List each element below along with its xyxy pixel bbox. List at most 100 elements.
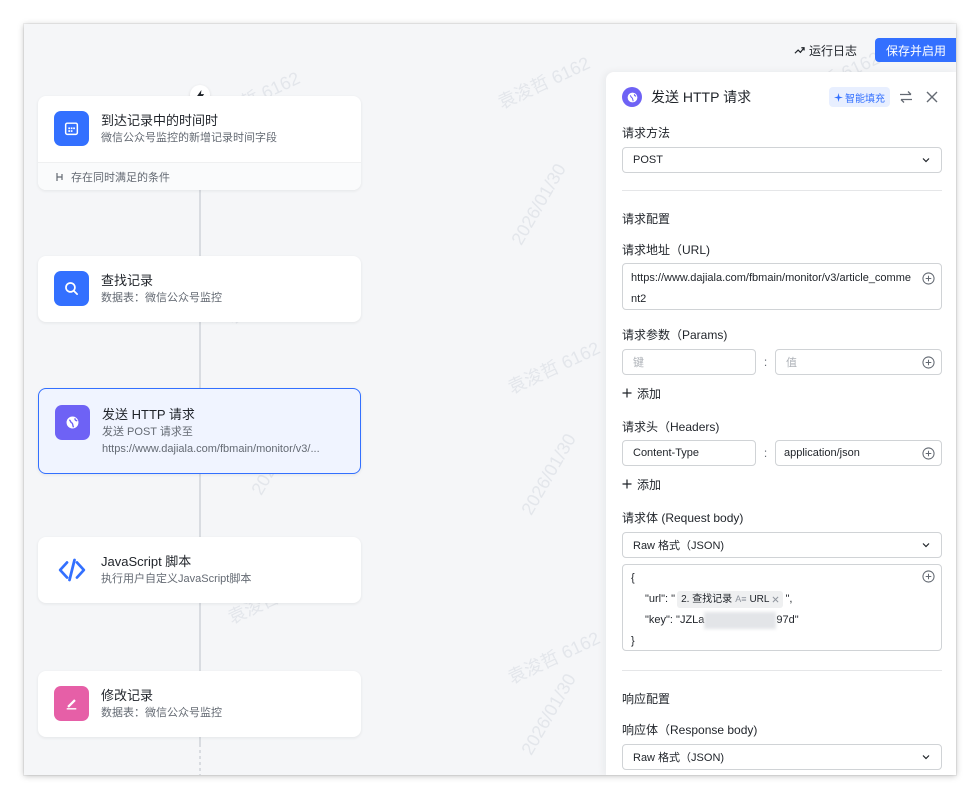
json-body-editor[interactable]: { "url": " 2. 查找记录 A≡ URL ", "key": "JZL… (622, 564, 942, 651)
edit-icon (54, 686, 89, 721)
flow-node-trigger[interactable]: 到达记录中的时间时 微信公众号监控的新增记录时间字段 存在同时满足的条件 (38, 96, 361, 190)
headers-label: 请求头（Headers) (622, 420, 720, 434)
ai-fill-button[interactable]: 智能填充 (829, 87, 890, 107)
watermark: 袁浚哲 6162 (504, 627, 604, 688)
swap-icon (900, 91, 912, 103)
add-header-button[interactable]: 添加 (622, 476, 942, 492)
node-subtitle: 微信公众号监控的新增记录时间字段 (101, 132, 277, 144)
json-line: "key": "JZLa 97d" (631, 610, 933, 631)
plus-icon (622, 388, 632, 398)
add-variable-icon[interactable] (922, 272, 935, 285)
chevron-down-icon (922, 755, 930, 760)
redacted-value (704, 612, 777, 629)
text-field-icon: A≡ (735, 594, 747, 604)
branch-icon (56, 172, 63, 181)
watermark: 2026/01/30 (517, 670, 580, 759)
node-subtitle: 发送 POST 请求至 (102, 426, 193, 438)
node-title: 修改记录 (101, 688, 154, 703)
search-icon (54, 271, 89, 306)
method-label: 请求方法 (622, 126, 671, 140)
ai-fill-label: 智能填充 (845, 93, 885, 105)
condition-label: 存在同时满足的条件 (71, 171, 170, 184)
sparkle-icon (834, 92, 843, 102)
app-window: 袁浚哲 6162 袁浚哲 6162 袁浚哲 6162 袁浚哲 6162 袁浚哲 … (24, 24, 956, 775)
close-button[interactable] (922, 87, 942, 107)
body-label: 请求体 (Request body) (622, 511, 744, 525)
watermark: 袁浚哲 6162 (504, 337, 604, 398)
header-value-input[interactable]: application/json (775, 440, 942, 466)
add-param-button[interactable]: 添加 (622, 385, 942, 401)
trend-icon (794, 46, 805, 54)
body-format-value: Raw 格式（JSON) (633, 540, 725, 552)
http-config-panel: 发送 HTTP 请求 智能填充 请求方法 POST 请求配置 请求地址（URL) (606, 72, 956, 775)
response-config-heading: 响应配置 (622, 692, 671, 706)
url-value: https://www.dajiala.com/fbmain/monitor/v… (631, 272, 911, 305)
flow-node-http-request[interactable]: 发送 HTTP 请求 发送 POST 请求至 https://www.dajia… (38, 388, 361, 474)
calendar-icon (54, 111, 89, 146)
variable-reference-tag[interactable]: 2. 查找记录 A≡ URL (677, 591, 784, 608)
run-log-link[interactable]: 运行日志 (794, 42, 857, 59)
json-key-prefix: "key": "JZLa (645, 614, 705, 626)
plus-icon (622, 479, 632, 489)
kv-separator: : (763, 446, 768, 460)
remove-tag-icon[interactable] (772, 596, 779, 603)
watermark: 2026/01/30 (517, 430, 580, 519)
params-row: 键 : 值 (622, 349, 942, 375)
request-config-heading: 请求配置 (622, 212, 671, 226)
watermark: 2026/01/30 (507, 160, 570, 249)
url-label: 请求地址（URL) (622, 243, 711, 257)
flow-node-update-record[interactable]: 修改记录 数据表：微信公众号监控 (38, 671, 361, 737)
node-title: 到达记录中的时间时 (101, 113, 219, 128)
add-label: 添加 (637, 386, 662, 401)
chevron-down-icon (922, 158, 930, 163)
flow-connector-dashed (199, 744, 201, 775)
ref-field: URL (749, 594, 770, 605)
json-line: { (631, 572, 635, 584)
panel-header: 发送 HTTP 请求 智能填充 (606, 72, 956, 122)
watermark: 袁浚哲 6162 (494, 52, 594, 113)
node-title: 发送 HTTP 请求 (102, 407, 195, 422)
kv-separator: : (763, 355, 768, 369)
url-input[interactable]: https://www.dajiala.com/fbmain/monitor/v… (622, 263, 942, 310)
response-format-value: Raw 格式（JSON) (633, 752, 725, 764)
method-value: POST (633, 154, 663, 166)
flow-node-find-record[interactable]: 查找记录 数据表：微信公众号监控 (38, 256, 361, 322)
divider (622, 670, 942, 671)
add-label: 添加 (637, 477, 662, 492)
json-line: "url": " 2. 查找记录 A≡ URL ", (631, 589, 933, 610)
swap-button[interactable] (896, 87, 916, 107)
add-variable-icon[interactable] (922, 570, 935, 583)
add-variable-icon[interactable] (922, 447, 935, 460)
save-and-enable-button[interactable]: 保存并启用 (874, 38, 956, 62)
node-condition[interactable]: 存在同时满足的条件 (38, 162, 361, 190)
add-variable-icon[interactable] (922, 356, 935, 369)
param-value-placeholder: 值 (786, 357, 797, 369)
divider (622, 190, 942, 191)
json-url-key: "url": " (645, 593, 676, 605)
body-format-select[interactable]: Raw 格式（JSON) (622, 532, 942, 558)
param-key-input[interactable]: 键 (622, 349, 757, 375)
params-label: 请求参数（Params) (622, 328, 728, 342)
node-title: 查找记录 (101, 273, 154, 288)
node-subtitle-url: https://www.dajiala.com/fbmain/monitor/v… (102, 443, 320, 455)
header-value: application/json (784, 447, 860, 459)
response-body-label: 响应体（Response body) (622, 723, 758, 737)
close-icon (926, 91, 938, 103)
response-format-select[interactable]: Raw 格式（JSON) (622, 744, 942, 770)
json-line: } (631, 635, 635, 647)
header-key-input[interactable]: Content-Type (622, 440, 757, 466)
node-subtitle: 数据表：微信公众号监控 (101, 292, 222, 304)
chevron-down-icon (922, 543, 930, 548)
globe-icon (622, 87, 642, 107)
node-title: JavaScript 脚本 (101, 554, 192, 569)
json-url-suffix: ", (785, 593, 793, 605)
headers-row: Content-Type : application/json (622, 440, 942, 466)
param-value-input[interactable]: 值 (775, 349, 942, 375)
panel-title: 发送 HTTP 请求 (651, 89, 752, 105)
method-select[interactable]: POST (622, 147, 942, 173)
json-key-suffix: 97d" (776, 614, 799, 626)
ref-step: 2. 查找记录 (681, 594, 733, 605)
flow-node-javascript[interactable]: JavaScript 脚本 执行用户自定义JavaScript脚本 (38, 537, 361, 603)
code-icon (54, 552, 89, 587)
top-actions: 运行日志 保存并启用 (794, 38, 956, 62)
